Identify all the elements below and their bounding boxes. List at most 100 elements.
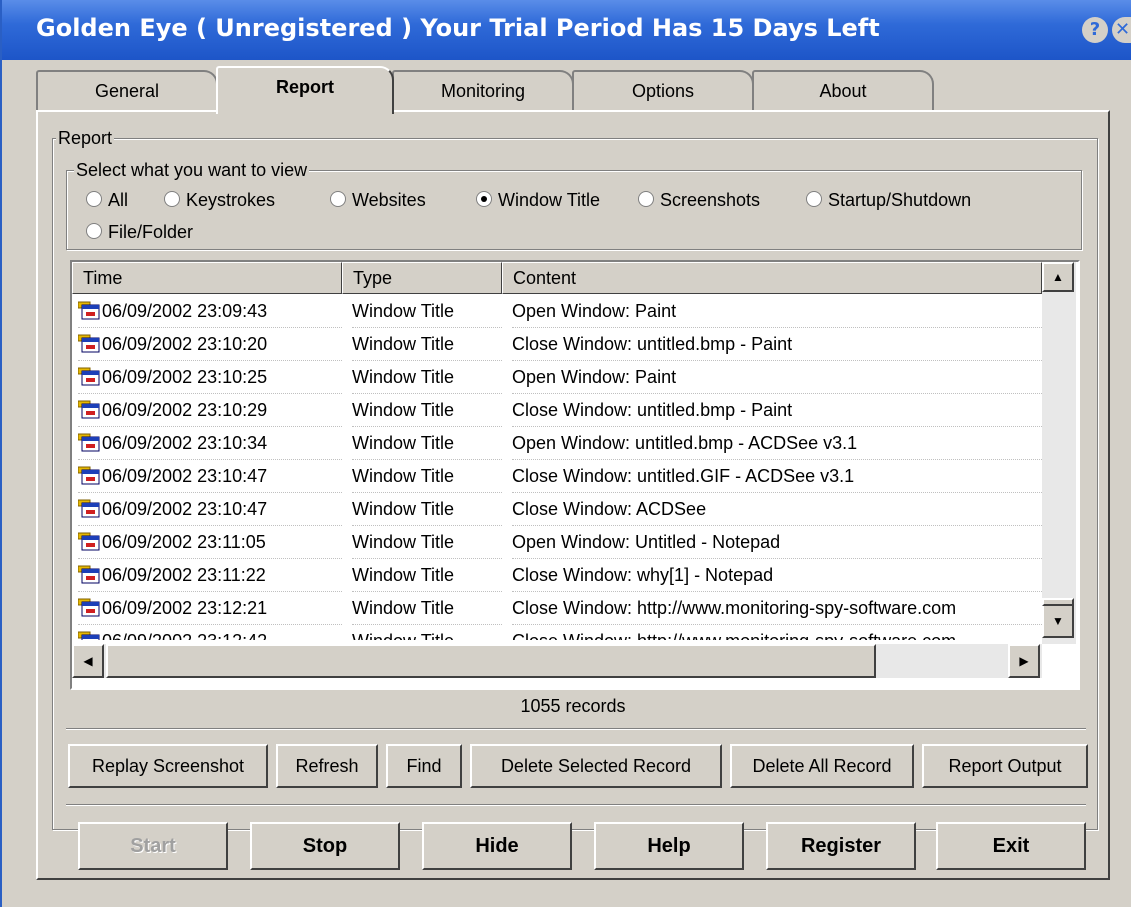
time-cell: 06/09/2002 23:11:22 — [78, 558, 342, 592]
time-cell: 06/09/2002 23:12:21 — [78, 591, 342, 625]
time-cell: 06/09/2002 23:10:47 — [78, 492, 342, 526]
content-cell: Close Window: ACDSee — [512, 492, 1042, 526]
start-button[interactable]: Start — [78, 822, 228, 870]
radio-file-folder[interactable]: File/Folder — [86, 222, 193, 243]
delete-selected-record-button[interactable]: Delete Selected Record — [470, 744, 722, 788]
table-row[interactable]: 06/09/2002 23:11:05 Window Title Open Wind… — [72, 525, 1042, 559]
radio-keystrokes[interactable]: Keystrokes — [164, 190, 275, 211]
table-row[interactable]: 06/09/2002 23:12:42 Window Title Close Win… — [72, 624, 1042, 640]
scroll-left-icon[interactable]: ◀ — [72, 644, 104, 678]
content-cell: Close Window: why[1] - Notepad — [512, 558, 1042, 592]
window-record-icon — [78, 565, 100, 584]
tab-report[interactable]: Report — [216, 66, 394, 114]
scroll-right-icon[interactable]: ▶ — [1008, 644, 1040, 678]
time-text: 06/09/2002 23:12:21 — [102, 598, 268, 618]
radio-websites-label: Websites — [352, 190, 426, 210]
scroll-down-icon[interactable]: ▼ — [1042, 604, 1074, 638]
radio-startup-shutdown-label: Startup/Shutdown — [828, 190, 972, 210]
replay-screenshot-button[interactable]: Replay Screenshot — [68, 744, 268, 788]
radio-icon — [806, 191, 822, 207]
content-cell: Open Window: untitled.bmp - ACDSee v3.1 — [512, 426, 1042, 460]
content-cell: Close Window: untitled.GIF - ACDSee v3.1 — [512, 459, 1042, 493]
find-button[interactable]: Find — [386, 744, 462, 788]
time-text: 06/09/2002 23:10:34 — [102, 433, 268, 453]
hide-button[interactable]: Hide — [422, 822, 572, 870]
time-text: 06/09/2002 23:10:47 — [102, 466, 268, 486]
close-icon[interactable]: ✕ — [1112, 17, 1131, 43]
table-row[interactable]: 06/09/2002 23:10:34 Window Title Open Wind… — [72, 426, 1042, 460]
report-list[interactable]: Time Type Content 06/09/2002 23:09:43 Win… — [70, 260, 1080, 690]
list-header: Time Type Content — [72, 262, 1042, 294]
radio-window-title-label: Window Title — [498, 190, 601, 210]
vertical-scrollbar[interactable]: ▲ ▼ — [1042, 262, 1076, 644]
window-record-icon — [78, 301, 100, 320]
radio-icon — [164, 191, 180, 207]
table-row[interactable]: 06/09/2002 23:09:43 Window Title Open Wind… — [72, 294, 1042, 328]
time-text: 06/09/2002 23:09:43 — [102, 301, 268, 321]
content-cell: Close Window: http://www.monitoring-spy-… — [512, 591, 1042, 625]
refresh-button[interactable]: Refresh — [276, 744, 378, 788]
tab-options[interactable]: Options — [572, 70, 754, 110]
stop-button[interactable]: Stop — [250, 822, 400, 870]
type-cell: Window Title — [352, 426, 502, 460]
tab-strip: General Report Monitoring Options About — [36, 66, 936, 114]
time-cell: 06/09/2002 23:09:43 — [78, 294, 342, 328]
time-cell: 06/09/2002 23:10:47 — [78, 459, 342, 493]
exit-button[interactable]: Exit — [936, 822, 1086, 870]
delete-all-record-button[interactable]: Delete All Record — [730, 744, 914, 788]
type-cell: Window Title — [352, 294, 502, 328]
radio-icon — [86, 191, 102, 207]
content-cell: Open Window: Untitled - Notepad — [512, 525, 1042, 559]
column-header-type[interactable]: Type — [342, 262, 502, 294]
time-text: 06/09/2002 23:10:29 — [102, 400, 268, 420]
time-cell: 06/09/2002 23:10:34 — [78, 426, 342, 460]
table-row[interactable]: 06/09/2002 23:12:21 Window Title Close Win… — [72, 591, 1042, 625]
time-text: 06/09/2002 23:10:47 — [102, 499, 268, 519]
view-filter-label: Select what you want to view — [74, 160, 310, 181]
scroll-up-icon[interactable]: ▲ — [1042, 262, 1074, 292]
report-output-button[interactable]: Report Output — [922, 744, 1088, 788]
radio-all-label: All — [108, 190, 129, 210]
table-row[interactable]: 06/09/2002 23:10:47 Window Title Close Win… — [72, 459, 1042, 493]
time-text: 06/09/2002 23:12:42 — [102, 631, 267, 640]
window-record-icon — [78, 631, 100, 640]
radio-icon — [638, 191, 654, 207]
tab-about[interactable]: About — [752, 70, 934, 110]
radio-screenshots[interactable]: Screenshots — [638, 190, 760, 211]
column-header-content[interactable]: Content — [502, 262, 1042, 294]
table-row[interactable]: 06/09/2002 23:10:20 Window Title Close Win… — [72, 327, 1042, 361]
tab-general[interactable]: General — [36, 70, 218, 110]
type-cell: Window Title — [352, 393, 502, 427]
content-cell: Open Window: Paint — [512, 360, 1042, 394]
radio-screenshots-label: Screenshots — [660, 190, 761, 210]
horizontal-scrollbar[interactable]: ◀ ▶ — [72, 644, 1042, 678]
time-cell: 06/09/2002 23:10:29 — [78, 393, 342, 427]
help-icon[interactable]: ? — [1082, 17, 1108, 43]
scroll-thumb[interactable] — [1042, 598, 1074, 606]
time-text: 06/09/2002 23:11:22 — [102, 565, 266, 585]
radio-startup-shutdown[interactable]: Startup/Shutdown — [806, 190, 971, 211]
time-text: 06/09/2002 23:11:05 — [102, 532, 266, 552]
window-record-icon — [78, 466, 100, 485]
report-panel: Report Select what you want to view All … — [36, 110, 1110, 880]
type-cell: Window Title — [352, 558, 502, 592]
radio-websites[interactable]: Websites — [330, 190, 426, 211]
window-record-icon — [78, 433, 100, 452]
title-bar[interactable]: Golden Eye ( Unregistered ) Your Trial P… — [2, 0, 1131, 60]
table-row[interactable]: 06/09/2002 23:11:22 Window Title Close Win… — [72, 558, 1042, 592]
table-row[interactable]: 06/09/2002 23:10:29 Window Title Close Win… — [72, 393, 1042, 427]
content-cell: Open Window: Paint — [512, 294, 1042, 328]
table-row[interactable]: 06/09/2002 23:10:47 Window Title Close Win… — [72, 492, 1042, 526]
column-header-time[interactable]: Time — [72, 262, 342, 294]
app-window: Golden Eye ( Unregistered ) Your Trial P… — [0, 0, 1131, 907]
register-button[interactable]: Register — [766, 822, 916, 870]
help-button[interactable]: Help — [594, 822, 744, 870]
scroll-thumb-horizontal[interactable] — [106, 644, 876, 678]
tab-monitoring[interactable]: Monitoring — [392, 70, 574, 110]
radio-window-title[interactable]: Window Title — [476, 190, 600, 211]
content-cell: Close Window: http://www.monitoring-spy-… — [512, 624, 1042, 640]
window-record-icon — [78, 499, 100, 518]
radio-icon — [86, 223, 102, 239]
radio-all[interactable]: All — [86, 190, 128, 211]
table-row[interactable]: 06/09/2002 23:10:25 Window Title Open Wind… — [72, 360, 1042, 394]
